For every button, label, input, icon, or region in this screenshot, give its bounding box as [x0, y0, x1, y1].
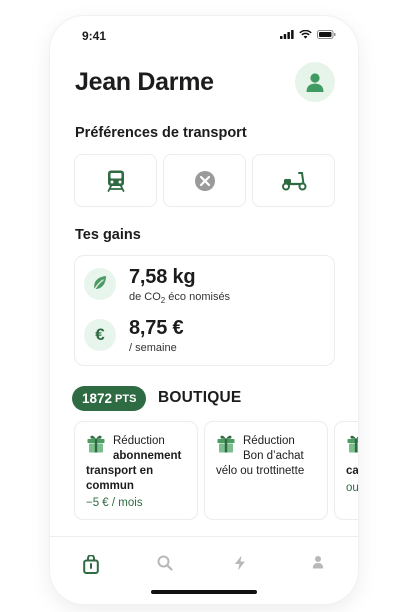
transport-section-title: Préférences de transport — [75, 125, 247, 141]
co2-gain: 7,58 kg de CO2 éco nomisés — [84, 266, 230, 305]
points-value: 1872 — [82, 391, 113, 406]
user-icon — [306, 73, 324, 92]
shop-item-line3: vélo ou trottinette — [216, 465, 305, 477]
train-icon — [107, 170, 124, 192]
shop-item-line1: Réduction — [113, 435, 165, 447]
transport-option-train[interactable] — [74, 154, 157, 207]
shop-item-price: ou — [346, 482, 358, 494]
shop-item-line1: Réduction — [243, 435, 295, 447]
gains-card: 7,58 kg de CO2 éco nomisés € 8,75 € / se… — [74, 255, 335, 366]
transport-option-scooter[interactable] — [252, 154, 335, 207]
tab-shop[interactable] — [71, 555, 111, 577]
lightning-icon — [235, 555, 245, 571]
shop-title: BOUTIQUE — [158, 389, 242, 406]
tab-activity[interactable] — [220, 555, 260, 577]
leaf-icon — [92, 276, 106, 293]
shop-item-line2: Bon d’achat — [243, 450, 304, 462]
search-icon — [157, 555, 173, 571]
profile-icon — [312, 556, 324, 569]
tab-profile[interactable] — [298, 555, 338, 577]
shop-item-line2: abonnement — [113, 450, 182, 462]
gains-section-title: Tes gains — [75, 227, 141, 243]
euro-icon: € — [95, 325, 105, 344]
money-gain: € 8,75 € / semaine — [84, 317, 184, 354]
tab-search[interactable] — [145, 555, 185, 577]
shop-item-line3: transport en commun — [86, 465, 154, 492]
shop-item-card[interactable]: Réduction abonnement transport en commun… — [74, 421, 198, 520]
close-icon — [194, 170, 215, 191]
signal-icon — [280, 30, 294, 39]
shop-item-price: −5 € / mois — [86, 497, 143, 509]
money-label: / semaine — [129, 342, 177, 354]
wifi-icon — [299, 30, 312, 39]
euro-badge: € — [84, 319, 116, 351]
points-badge: 1872 PTS — [72, 386, 147, 411]
shop-carousel[interactable]: Réduction abonnement transport en commun… — [74, 421, 358, 521]
co2-label: de CO2 éco nomisés — [129, 291, 231, 306]
co2-value: 7,58 kg — [129, 266, 196, 288]
page-title: Jean Darme — [75, 68, 214, 96]
transport-option-none[interactable] — [163, 154, 246, 207]
money-value: 8,75 € — [129, 317, 184, 339]
scooter-icon — [281, 171, 306, 190]
status-icons — [280, 30, 336, 39]
status-bar: 9:41 — [50, 16, 358, 56]
avatar-button[interactable] — [295, 62, 335, 102]
shop-item-line3: ca — [346, 465, 358, 477]
shop-item-card[interactable]: R ca ou — [334, 421, 358, 520]
shopping-bag-icon — [83, 555, 99, 574]
battery-icon — [317, 30, 336, 39]
phone-screen: 9:41 Jean Darme Préférences de transport… — [50, 16, 358, 604]
leaf-badge — [84, 268, 116, 300]
gift-icon — [347, 435, 358, 453]
points-unit: PTS — [115, 392, 137, 405]
shop-item-card[interactable]: Réduction Bon d’achat vélo ou trottinett… — [204, 421, 328, 520]
status-time: 9:41 — [82, 29, 107, 43]
transport-options — [74, 154, 335, 207]
home-indicator — [151, 590, 257, 594]
